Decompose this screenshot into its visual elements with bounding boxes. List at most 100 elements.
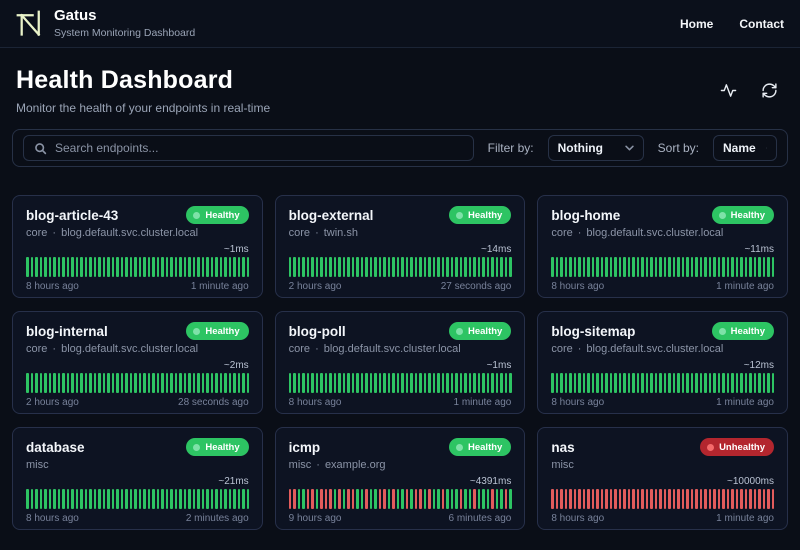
uptime-bar-success <box>111 489 114 509</box>
uptime-bar-success <box>569 257 572 277</box>
uptime-bar-success <box>437 489 440 509</box>
uptime-bar-success <box>573 373 577 393</box>
endpoint-card[interactable]: database Healthy misc ~21ms 8 hours ago 2 min… <box>12 427 263 530</box>
uptime-bar-failure <box>749 489 752 509</box>
uptime-bar-success <box>102 257 105 277</box>
uptime-bar-success <box>672 373 676 393</box>
uptime-bar-success <box>695 257 698 277</box>
newest-timestamp: 1 minute ago <box>453 397 512 408</box>
oldest-timestamp: 2 hours ago <box>288 281 342 292</box>
uptime-bar-success <box>192 373 195 393</box>
uptime-bar-success <box>197 373 200 393</box>
search-box[interactable] <box>23 135 474 161</box>
uptime-bar-success <box>596 257 599 277</box>
search-input[interactable] <box>55 141 463 155</box>
uptime-bar-success <box>749 373 752 393</box>
uptime-bar-success <box>365 373 368 393</box>
uptime-bar-success <box>378 373 382 393</box>
newest-timestamp: 1 minute ago <box>190 281 249 292</box>
uptime-bar-success <box>192 257 195 277</box>
nav-home-link[interactable]: Home <box>680 17 713 31</box>
oldest-timestamp: 8 hours ago <box>551 513 605 524</box>
uptime-bar-failure <box>582 489 586 509</box>
meta-separator: · <box>315 343 319 355</box>
endpoint-card[interactable]: nas Unhealthy misc ~10000ms 8 hours ago 1 min… <box>537 427 788 530</box>
uptime-bar-success <box>560 257 563 277</box>
uptime-bar-failure <box>551 489 554 509</box>
uptime-bar-failure <box>699 489 703 509</box>
refresh-icon[interactable] <box>761 82 778 99</box>
uptime-bar-success <box>228 489 231 509</box>
uptime-bar-success <box>125 489 128 509</box>
uptime-bar-success <box>293 373 296 393</box>
uptime-bar-success <box>201 489 204 509</box>
uptime-bar-failure <box>713 489 716 509</box>
endpoint-card[interactable]: blog-sitemap Healthy core · blog.default.svc… <box>537 311 788 414</box>
uptime-bar-success <box>165 257 168 277</box>
filter-select[interactable]: Nothing <box>547 135 644 161</box>
newest-timestamp: 27 seconds ago <box>440 281 512 292</box>
uptime-bar-success <box>374 257 377 277</box>
sort-select[interactable]: Name <box>713 135 777 161</box>
uptime-bar-failure <box>591 489 595 509</box>
endpoint-card[interactable]: blog-article-43 Healthy core · blog.default.… <box>12 195 263 298</box>
uptime-bar-success <box>80 373 83 393</box>
uptime-bar-success <box>197 257 200 277</box>
uptime-bar-success <box>242 489 245 509</box>
uptime-bar-success <box>428 257 431 277</box>
status-badge: Healthy <box>711 322 774 340</box>
uptime-bar-success <box>419 373 422 393</box>
uptime-bar-success <box>677 257 680 277</box>
uptime-bar-failure <box>659 489 662 509</box>
endpoint-meta: misc <box>551 459 774 471</box>
endpoint-card[interactable]: blog-internal Healthy core · blog.default.sv… <box>12 311 263 414</box>
uptime-bar-success <box>587 257 590 277</box>
uptime-bar-success <box>654 257 658 277</box>
uptime-bar-success <box>288 373 292 393</box>
latency-value: ~1ms <box>486 360 512 371</box>
latency-value: ~21ms <box>218 476 249 487</box>
endpoint-meta: misc · example.org <box>289 459 512 471</box>
card-footer: 8 hours ago 1 minute ago <box>551 397 774 408</box>
uptime-bar-failure <box>504 489 508 509</box>
uptime-bar-success <box>360 373 364 393</box>
endpoint-card[interactable]: blog-poll Healthy core · blog.default.svc.cl… <box>274 311 526 414</box>
uptime-bar-success <box>482 373 485 393</box>
uptime-bar-success <box>161 373 164 393</box>
uptime-bar-success <box>311 257 314 277</box>
endpoint-meta: core · blog.default.svc.cluster.local <box>26 227 249 239</box>
uptime-bar-success <box>53 257 56 277</box>
page-title: Health Dashboard <box>16 66 234 94</box>
uptime-bar-success <box>174 257 177 277</box>
endpoint-group: core <box>288 227 311 239</box>
uptime-bar-success <box>690 257 694 277</box>
uptime-bar-success <box>89 257 92 277</box>
nav-contact-link[interactable]: Contact <box>739 17 784 31</box>
activity-icon[interactable] <box>720 82 737 99</box>
card-header: blog-sitemap Healthy <box>551 322 774 340</box>
uptime-bar-success <box>641 257 644 277</box>
uptime-bar-failure <box>320 489 323 509</box>
card-header: database Healthy <box>26 438 249 456</box>
uptime-bar-success <box>329 373 332 393</box>
uptime-bar-failure <box>288 489 292 509</box>
uptime-bar-success <box>138 489 141 509</box>
uptime-bar-success <box>206 489 209 509</box>
uptime-bar-success <box>491 257 494 277</box>
uptime-bar-success <box>582 257 586 277</box>
uptime-bar-success <box>201 257 204 277</box>
uptime-bar-success <box>165 373 168 393</box>
uptime-bar-failure <box>762 489 766 509</box>
uptime-bar-success <box>446 373 449 393</box>
endpoint-card[interactable]: icmp Healthy misc · example.org ~4391ms 9 hour… <box>274 427 526 530</box>
uptime-bar-failure <box>441 489 445 509</box>
endpoint-card[interactable]: blog-external Healthy core · twin.sh ~14ms 2 h… <box>274 195 526 298</box>
uptime-bar-success <box>116 489 119 509</box>
card-footer: 8 hours ago 1 minute ago <box>551 513 774 524</box>
uptime-bar-success <box>477 257 481 277</box>
app-subtitle: System Monitoring Dashboard <box>54 26 196 39</box>
uptime-bar-success <box>246 373 249 393</box>
uptime-bar-success <box>468 373 472 393</box>
uptime-bar-success <box>242 257 245 277</box>
endpoint-card[interactable]: blog-home Healthy core · blog.default.svc.cl… <box>537 195 788 298</box>
